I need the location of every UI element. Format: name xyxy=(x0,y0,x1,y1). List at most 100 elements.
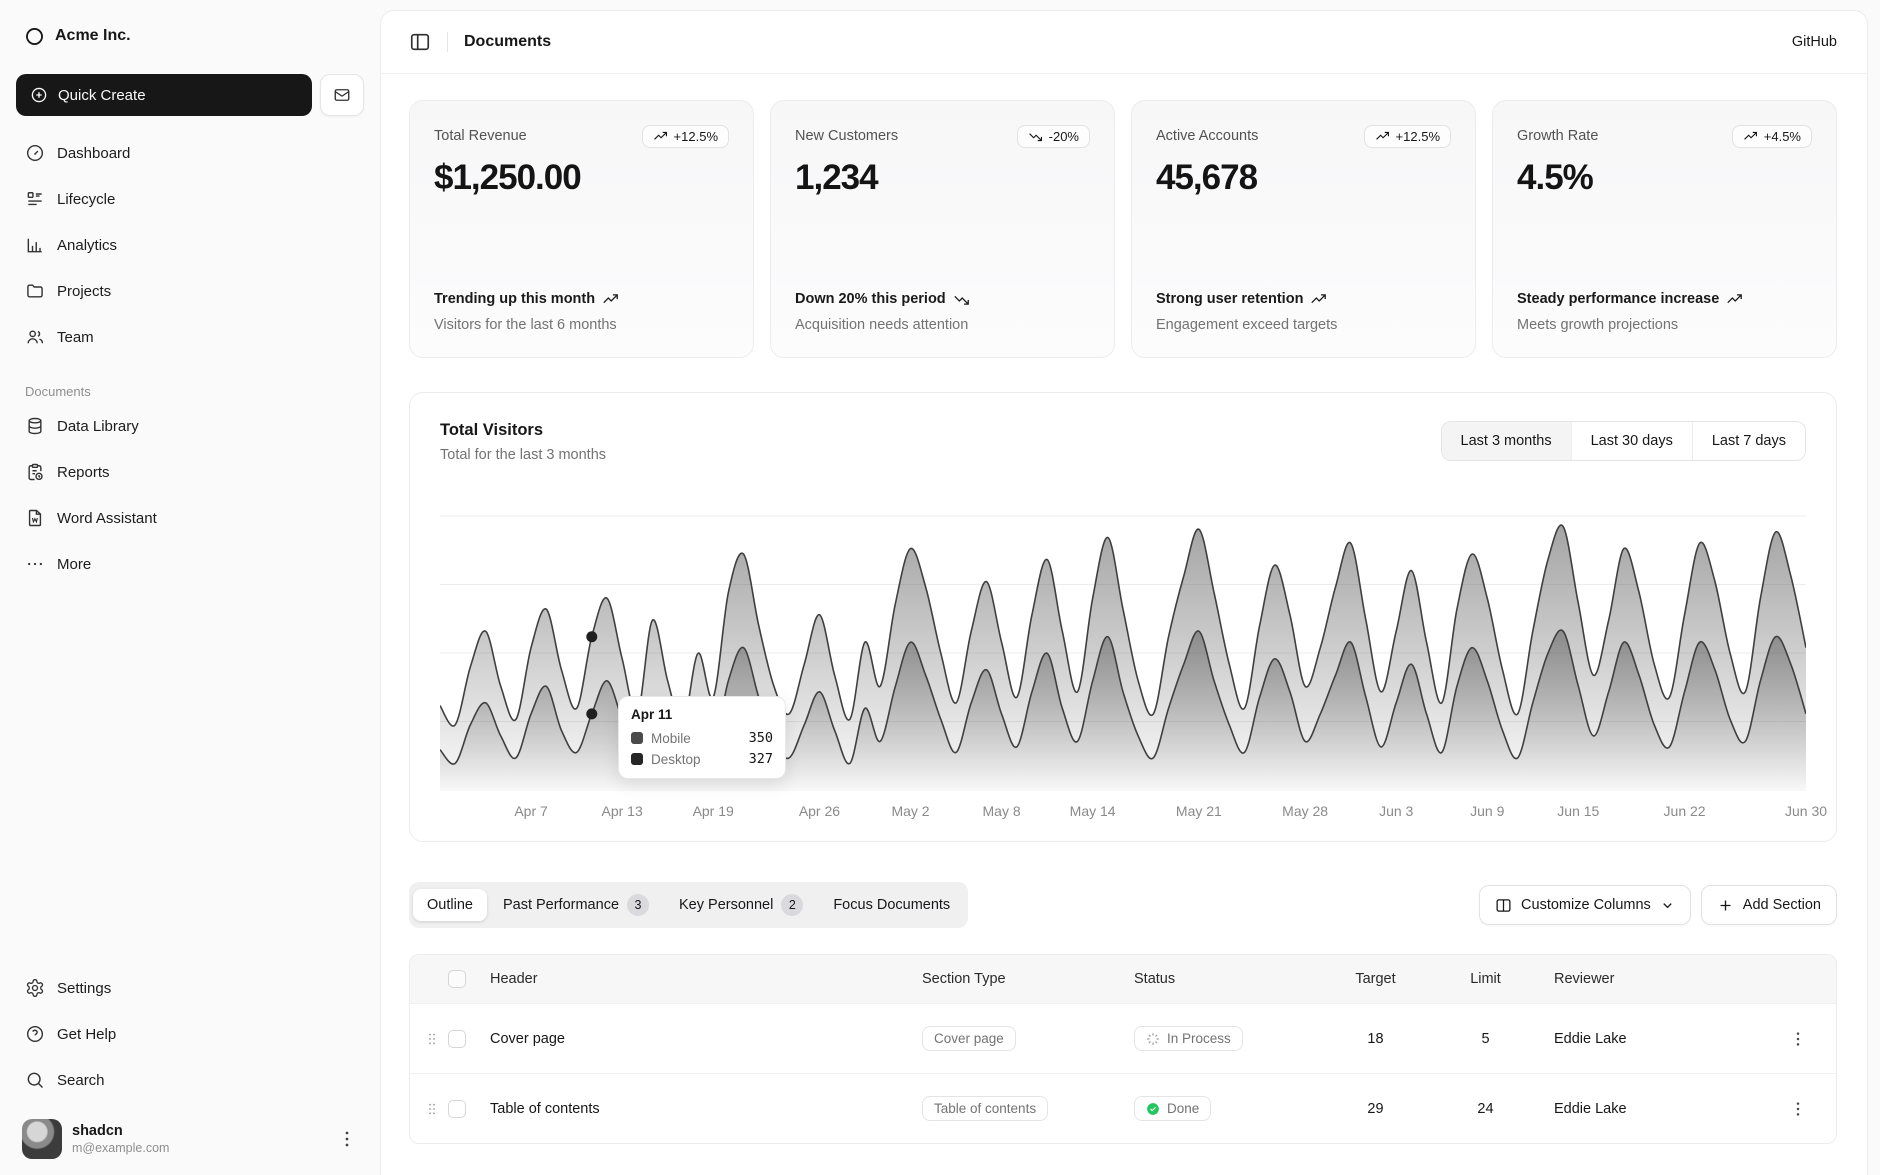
card-footer-desc: Acquisition needs attention xyxy=(795,317,1090,333)
ellipsis-vertical-icon[interactable] xyxy=(1788,1029,1808,1049)
tab-outline[interactable]: Outline xyxy=(413,889,487,921)
x-tick: Jun 30 xyxy=(1785,803,1827,819)
customize-columns-button[interactable]: Customize Columns xyxy=(1479,885,1691,925)
nav-item-label: Word Assistant xyxy=(57,510,157,527)
target-value[interactable]: 29 xyxy=(1367,1101,1383,1117)
grip-icon[interactable] xyxy=(424,1099,440,1119)
user-row[interactable]: shadcn m@example.com xyxy=(16,1115,364,1163)
nav-item-label: Reports xyxy=(57,464,110,481)
sidebar-toggle-icon[interactable] xyxy=(409,31,431,53)
reviewer-value[interactable]: Eddie Lake xyxy=(1554,1101,1627,1117)
tab-past-performance[interactable]: Past Performance3 xyxy=(489,886,663,924)
sidebar-item-search[interactable]: Search xyxy=(16,1059,364,1101)
add-section-button[interactable]: Add Section xyxy=(1701,885,1837,925)
chevron-down-icon xyxy=(1660,898,1675,913)
tab-key-personnel[interactable]: Key Personnel2 xyxy=(665,886,817,924)
avatar xyxy=(22,1119,62,1159)
trending-up-icon xyxy=(1743,129,1758,144)
sidebar-item-projects[interactable]: Projects xyxy=(16,270,364,312)
trending-up-icon xyxy=(1310,291,1327,308)
user-email: m@example.com xyxy=(72,1141,169,1155)
sidebar-item-settings[interactable]: Settings xyxy=(16,967,364,1009)
grip-icon[interactable] xyxy=(424,1029,440,1049)
hover-dot-desktop xyxy=(586,708,597,719)
analytics-icon xyxy=(25,235,45,255)
sidebar-item-data-library[interactable]: Data Library xyxy=(16,405,364,447)
column-header-status: Status xyxy=(1134,971,1175,987)
tooltip-series-value: 327 xyxy=(749,751,773,767)
series-swatch xyxy=(631,753,643,765)
sidebar-item-reports[interactable]: Reports xyxy=(16,451,364,493)
projects-icon xyxy=(25,281,45,301)
sidebar-main-nav: Dashboard Lifecycle AnalyticsProjects Team xyxy=(16,132,364,358)
help-icon xyxy=(25,1024,45,1044)
tabs-row: Outline Past Performance3Key Personnel2Fo… xyxy=(409,882,1837,928)
row-header-title[interactable]: Cover page xyxy=(490,1031,565,1047)
x-tick: Jun 22 xyxy=(1664,803,1706,819)
range-option-last-7-days[interactable]: Last 7 days xyxy=(1692,422,1805,460)
customize-columns-label: Customize Columns xyxy=(1521,897,1651,913)
hover-dot-mobile xyxy=(586,631,597,642)
ellipsis-vertical-icon[interactable] xyxy=(1788,1099,1808,1119)
trend-badge-value: -20% xyxy=(1049,129,1079,144)
settings-icon xyxy=(25,978,45,998)
row-checkbox[interactable] xyxy=(448,1100,466,1118)
sidebar-item-dashboard[interactable]: Dashboard xyxy=(16,132,364,174)
github-link[interactable]: GitHub xyxy=(1792,34,1837,50)
trending-up-icon xyxy=(653,129,668,144)
stat-card: Total Revenue+12.5%$1,250.00Trending up … xyxy=(409,100,754,358)
brand-name: Acme Inc. xyxy=(55,27,131,45)
x-tick: Apr 26 xyxy=(799,803,840,819)
sidebar-item-analytics[interactable]: Analytics xyxy=(16,224,364,266)
tab-count-badge: 2 xyxy=(781,894,803,916)
column-header-target: Target xyxy=(1355,971,1395,987)
tooltip-row: Desktop327 xyxy=(631,751,773,767)
card-value: $1,250.00 xyxy=(434,158,729,198)
row-header-title[interactable]: Table of contents xyxy=(490,1101,600,1117)
loader-icon xyxy=(1146,1032,1160,1046)
sections-table: HeaderSection TypeStatusTargetLimitRevie… xyxy=(409,954,1837,1144)
nav-item-label: Settings xyxy=(57,980,111,997)
sidebar-item-team[interactable]: Team xyxy=(16,316,364,358)
limit-value[interactable]: 24 xyxy=(1477,1101,1493,1117)
tab-focus-documents[interactable]: Focus Documents xyxy=(819,889,964,921)
range-option-last-3-months[interactable]: Last 3 months xyxy=(1442,422,1571,460)
nav-item-label: Team xyxy=(57,329,94,346)
card-label: Total Revenue xyxy=(434,125,527,144)
sidebar-item-get-help[interactable]: Get Help xyxy=(16,1013,364,1055)
sidebar-documents-nav: Data Library Reports Word Assistant More xyxy=(16,405,364,585)
series-swatch xyxy=(631,732,643,744)
x-tick: Apr 13 xyxy=(602,803,643,819)
reviewer-value[interactable]: Eddie Lake xyxy=(1554,1031,1627,1047)
trend-badge-value: +4.5% xyxy=(1764,129,1801,144)
main-panel: Documents GitHub Total Revenue+12.5%$1,2… xyxy=(380,10,1868,1175)
sidebar-item-more[interactable]: More xyxy=(16,543,364,585)
tab-label: Outline xyxy=(427,897,473,913)
x-axis-ticks: Apr 7Apr 13Apr 19Apr 26May 2May 8May 14M… xyxy=(440,803,1806,827)
inbox-button[interactable] xyxy=(320,74,364,116)
limit-value[interactable]: 5 xyxy=(1481,1031,1489,1047)
trend-badge: +12.5% xyxy=(642,125,729,148)
brand[interactable]: Acme Inc. xyxy=(16,14,364,58)
quick-create-button[interactable]: Quick Create xyxy=(16,74,312,116)
sidebar-item-word-assistant[interactable]: Word Assistant xyxy=(16,497,364,539)
lifecycle-icon xyxy=(25,189,45,209)
card-label: Growth Rate xyxy=(1517,125,1598,144)
report-icon xyxy=(25,462,45,482)
row-checkbox[interactable] xyxy=(448,1030,466,1048)
range-option-last-30-days[interactable]: Last 30 days xyxy=(1571,422,1692,460)
word-file-icon xyxy=(25,508,45,528)
sidebar-item-lifecycle[interactable]: Lifecycle xyxy=(16,178,364,220)
nav-item-label: Lifecycle xyxy=(57,191,115,208)
select-all-checkbox[interactable] xyxy=(448,970,466,988)
section-type-label: Cover page xyxy=(934,1031,1004,1046)
ellipsis-vertical-icon[interactable] xyxy=(336,1128,358,1150)
trend-badge-value: +12.5% xyxy=(674,129,718,144)
target-value[interactable]: 18 xyxy=(1367,1031,1383,1047)
stat-cards: Total Revenue+12.5%$1,250.00Trending up … xyxy=(409,100,1837,358)
content: Total Revenue+12.5%$1,250.00Trending up … xyxy=(381,74,1867,1144)
tab-list: Outline Past Performance3Key Personnel2Fo… xyxy=(409,882,968,928)
chart-plot[interactable]: Apr 11 Mobile350Desktop327 xyxy=(440,501,1806,791)
trending-down-icon xyxy=(953,291,970,308)
dashboard-icon xyxy=(25,143,45,163)
